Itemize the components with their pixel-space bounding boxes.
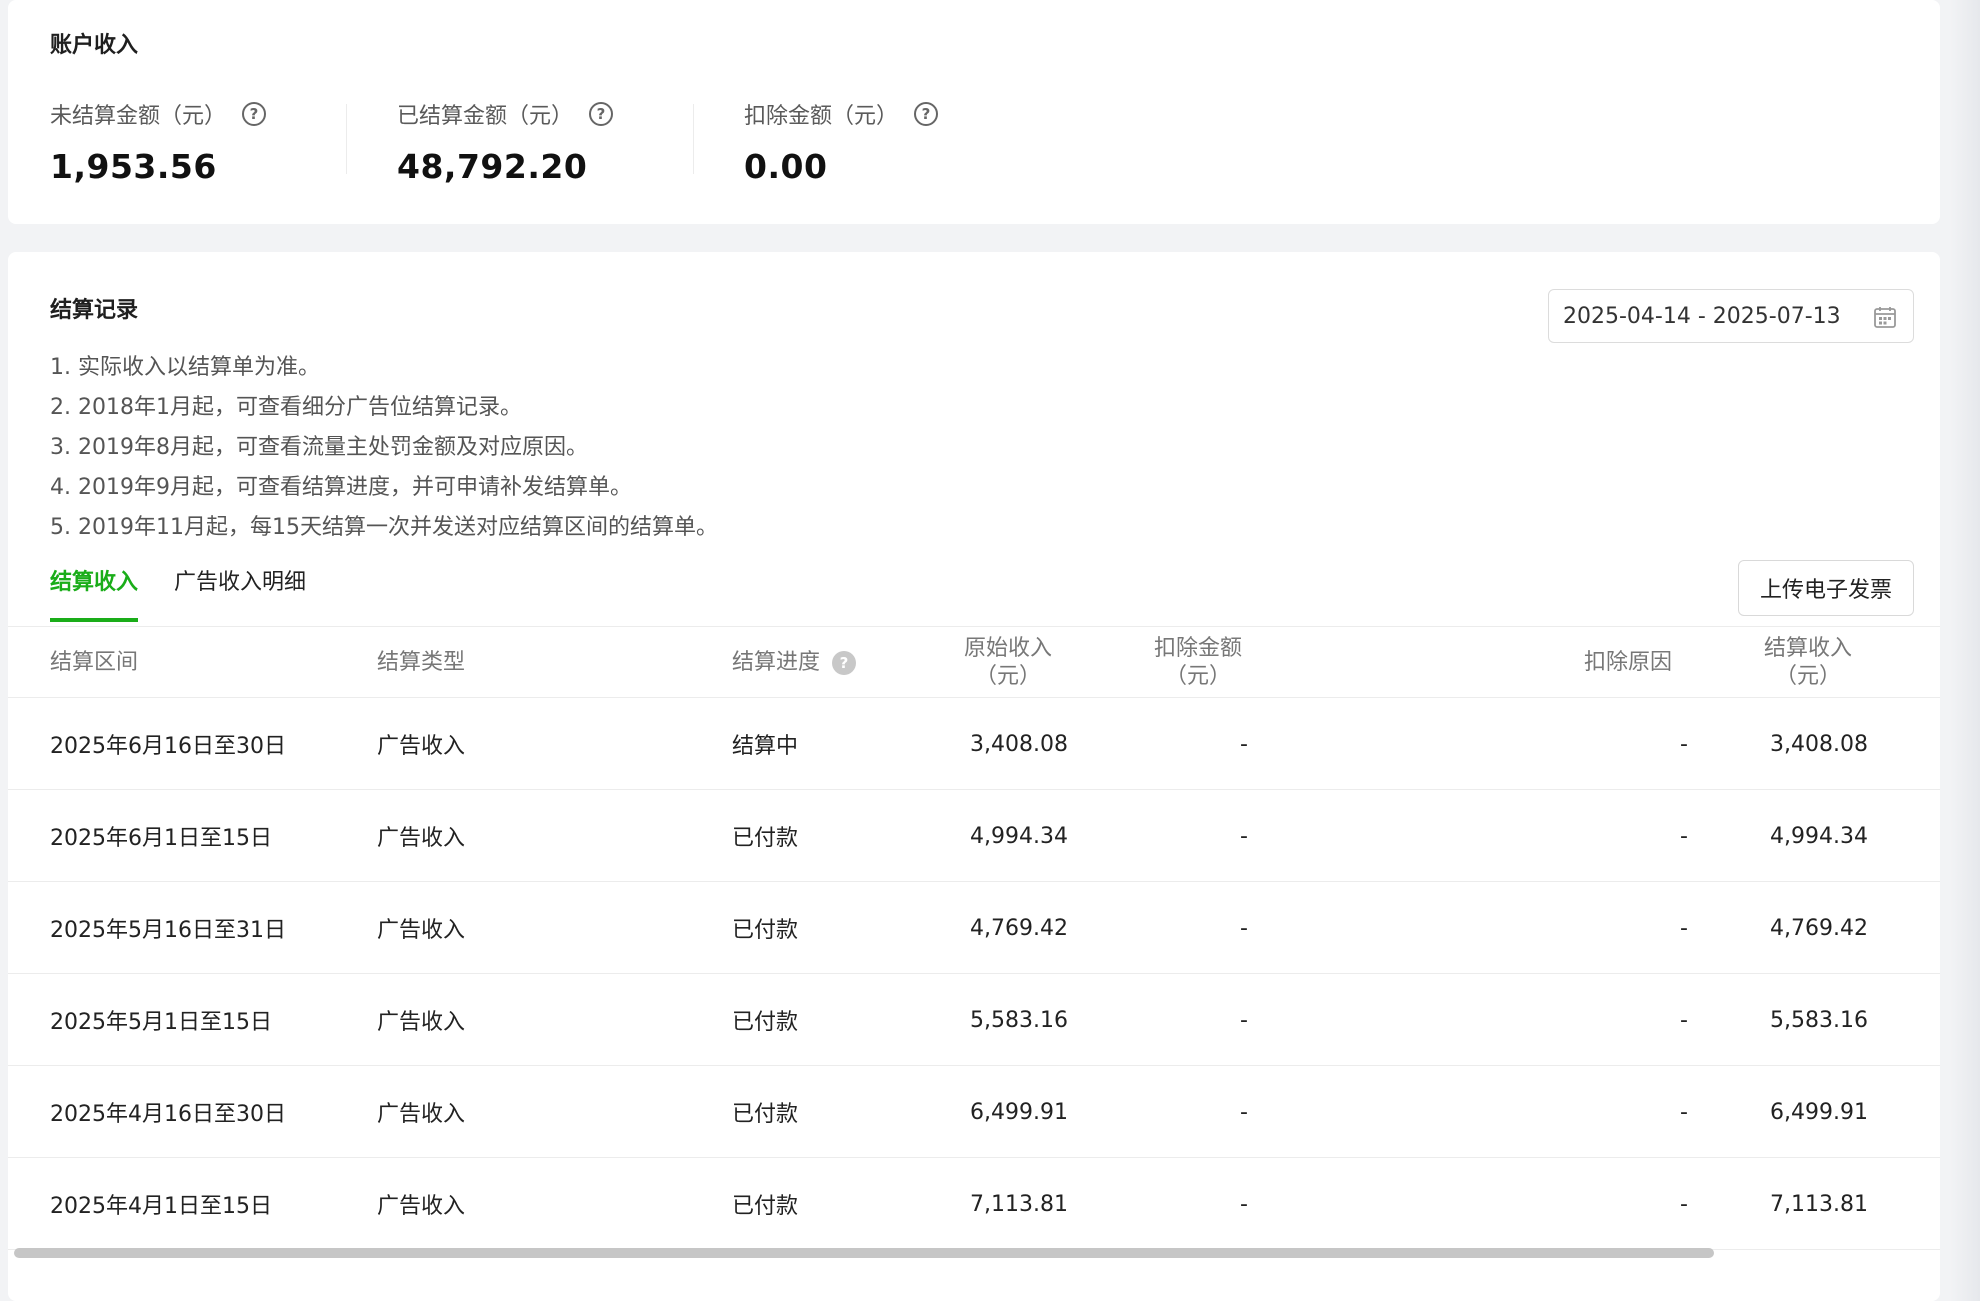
cell-deduct-amount: - [1240,731,1248,757]
col-header-deduct-amount: 扣除金额（元） [1153,636,1242,689]
deducted-amount-label: 扣除金额（元） [744,104,899,129]
col-header-settled: 结算收入（元） [1763,636,1852,689]
cell-period: 2025年6月16日至30日 [50,734,286,759]
settlement-records-title: 结算记录 [50,298,139,323]
cell-progress: 已付款 [732,918,799,943]
tab-ad-income-detail[interactable]: 广告收入明细 [174,564,306,622]
note-line: 1. 实际收入以结算单为准。 [50,355,320,380]
cell-deduct-reason: - [1680,1007,1688,1033]
table-row: 2025年5月1日至15日 广告收入 已付款 5,583.16 - - 5,58… [8,974,1940,1066]
cell-settled: 7,113.81 [1770,1191,1868,1217]
account-income-title: 账户收入 [50,33,139,58]
cell-progress: 已付款 [732,1102,799,1127]
unsettled-amount-stat: 未结算金额（元） ? 1,953.56 [50,98,267,186]
account-income-card: 账户收入 未结算金额（元） ? 1,953.56 已结算金额（元） ? 48,7… [8,0,1940,224]
cell-period: 2025年5月1日至15日 [50,1010,272,1035]
cell-type: 广告收入 [377,1194,466,1219]
col-header-original: 原始收入（元） [963,636,1052,689]
calendar-icon [1874,307,1896,328]
table-header: 结算区间 结算类型 结算进度 ? 原始收入（元） 扣除金额（元） 扣除原因 结算… [8,626,1940,698]
cell-settled: 3,408.08 [1770,731,1868,757]
note-line: 4. 2019年9月起，可查看结算进度，并可申请补发结算单。 [50,475,632,500]
cell-deduct-amount: - [1240,1191,1248,1217]
settlement-table: 结算区间 结算类型 结算进度 ? 原始收入（元） 扣除金额（元） 扣除原因 结算… [8,626,1940,1250]
cell-type: 广告收入 [377,826,466,851]
cell-deduct-amount: - [1240,915,1248,941]
cell-progress: 已付款 [732,1010,799,1035]
table-row: 2025年4月1日至15日 广告收入 已付款 7,113.81 - - 7,11… [8,1158,1940,1250]
cell-deduct-amount: - [1240,1007,1248,1033]
stat-divider [693,104,694,174]
tab-settlement-income[interactable]: 结算收入 [50,564,139,622]
table-row: 2025年6月1日至15日 广告收入 已付款 4,994.34 - - 4,99… [8,790,1940,882]
cell-progress: 已付款 [732,1194,799,1219]
cell-progress: 已付款 [732,826,799,851]
cell-original: 5,583.16 [970,1007,1068,1033]
cell-type: 广告收入 [377,734,466,759]
settled-amount-value: 48,792.20 [397,147,588,186]
cell-deduct-reason: - [1680,1191,1688,1217]
unsettled-amount-label: 未结算金额（元） [50,104,227,129]
col-header-type: 结算类型 [377,650,466,675]
table-row: 2025年6月16日至30日 广告收入 结算中 3,408.08 - - 3,4… [8,698,1940,790]
page-edge [1950,0,1980,1301]
cell-original: 6,499.91 [970,1099,1068,1125]
cell-settled: 4,994.34 [1770,823,1868,849]
note-line: 5. 2019年11月起，每15天结算一次并发送对应结算区间的结算单。 [50,515,718,540]
col-header-progress-label: 结算进度 [732,650,821,675]
settled-amount-stat: 已结算金额（元） ? 48,792.20 [397,98,614,186]
question-circle-icon[interactable]: ? [832,651,857,675]
question-circle-icon[interactable]: ? [914,102,939,126]
cell-type: 广告收入 [377,1010,466,1035]
note-line: 2. 2018年1月起，可查看细分广告位结算记录。 [50,395,522,420]
cell-original: 4,994.34 [970,823,1068,849]
cell-deduct-amount: - [1240,823,1248,849]
col-header-deduct-reason: 扣除原因 [1583,650,1672,675]
records-tabs: 结算收入 广告收入明细 [50,564,306,622]
cell-settled: 4,769.42 [1770,915,1868,941]
cell-deduct-reason: - [1680,731,1688,757]
deducted-amount-stat: 扣除金额（元） ? 0.00 [744,98,939,186]
date-range-value: 2025-04-14 - 2025-07-13 [1563,303,1841,329]
settlement-notes: 1. 实际收入以结算单为准。 2. 2018年1月起，可查看细分广告位结算记录。… [50,348,718,548]
cell-period: 2025年6月1日至15日 [50,826,272,851]
cell-original: 4,769.42 [970,915,1068,941]
col-header-period: 结算区间 [50,650,139,675]
note-line: 3. 2019年8月起，可查看流量主处罚金额及对应原因。 [50,435,588,460]
deducted-amount-value: 0.00 [744,147,828,186]
unsettled-amount-value: 1,953.56 [50,147,217,186]
cell-period: 2025年4月1日至15日 [50,1194,272,1219]
cell-settled: 6,499.91 [1770,1099,1868,1125]
horizontal-scrollbar[interactable] [14,1248,1714,1258]
cell-type: 广告收入 [377,1102,466,1127]
cell-settled: 5,583.16 [1770,1007,1868,1033]
table-row: 2025年4月16日至30日 广告收入 已付款 6,499.91 - - 6,4… [8,1066,1940,1158]
cell-deduct-reason: - [1680,1099,1688,1125]
cell-progress: 结算中 [732,734,799,759]
date-range-picker[interactable]: 2025-04-14 - 2025-07-13 [1548,289,1914,343]
cell-original: 7,113.81 [970,1191,1068,1217]
question-circle-icon[interactable]: ? [589,102,614,126]
settled-amount-label: 已结算金额（元） [397,104,574,129]
cell-period: 2025年4月16日至30日 [50,1102,286,1127]
cell-type: 广告收入 [377,918,466,943]
table-row: 2025年5月16日至31日 广告收入 已付款 4,769.42 - - 4,7… [8,882,1940,974]
settlement-records-card: 结算记录 2025-04-14 - 2025-07-13 1. 实际收入以结算单… [8,252,1940,1301]
cell-original: 3,408.08 [970,731,1068,757]
cell-deduct-reason: - [1680,915,1688,941]
question-circle-icon[interactable]: ? [242,102,267,126]
cell-deduct-reason: - [1680,823,1688,849]
cell-period: 2025年5月16日至31日 [50,918,286,943]
upload-invoice-button[interactable]: 上传电子发票 [1738,560,1914,616]
cell-deduct-amount: - [1240,1099,1248,1125]
col-header-progress: 结算进度 ? [732,627,857,699]
stat-divider [346,104,347,174]
